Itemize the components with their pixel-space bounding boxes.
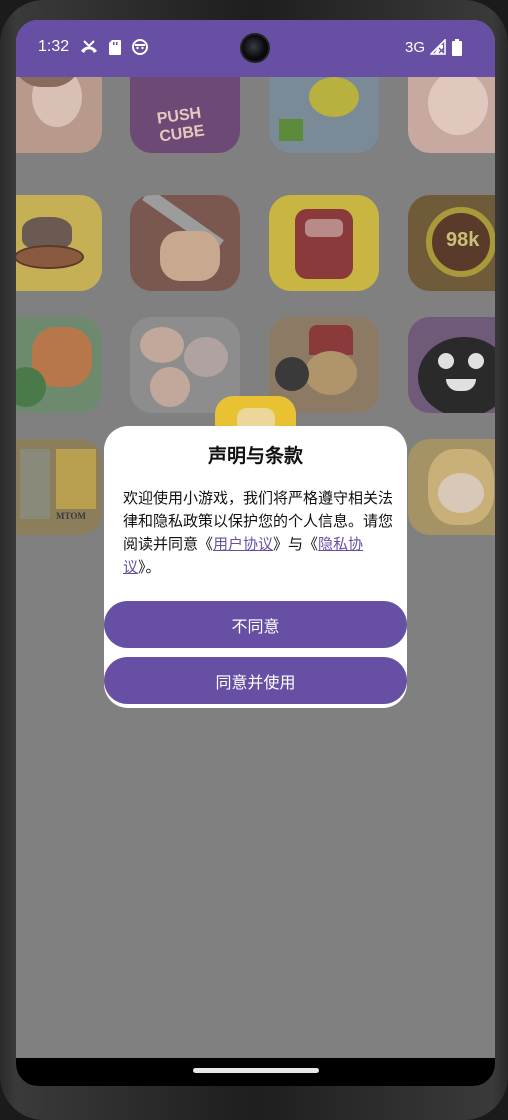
- push-cube-logo: PUSH CUBE: [155, 104, 206, 146]
- sd-card-icon: [108, 39, 124, 55]
- game-tile: [16, 195, 102, 291]
- game-tile: [408, 317, 495, 413]
- game-tile: [269, 195, 379, 291]
- game-tile: MTOM: [16, 439, 102, 535]
- message-text: 》与《: [273, 535, 319, 553]
- mahjong-logo: MTOM: [56, 511, 86, 521]
- game-tile: [130, 195, 240, 291]
- user-agreement-link[interactable]: 用户协议: [213, 535, 273, 553]
- status-bar: 1:32 3G: [16, 20, 495, 77]
- home-gesture-handle[interactable]: [193, 1068, 319, 1073]
- terms-dialog: 声明与条款 欢迎使用小游戏，我们将严格遵守相关法律和隐私政策以保护您的个人信息。…: [104, 426, 407, 708]
- status-time: 1:32: [38, 38, 70, 55]
- game-tile: 98k: [408, 195, 495, 291]
- battery-icon: [452, 39, 468, 56]
- front-camera: [240, 33, 270, 63]
- network-type: 3G: [405, 39, 426, 56]
- dialog-title: 声明与条款: [207, 445, 303, 467]
- game-tile: [408, 439, 495, 535]
- agree-and-use-button[interactable]: 同意并使用: [104, 657, 407, 704]
- signal-icon: [429, 38, 446, 55]
- 98k-logo: 98k: [446, 229, 480, 251]
- android-face-icon: [132, 39, 148, 55]
- dialog-message: 欢迎使用小游戏，我们将严格遵守相关法律和隐私政策以保护您的个人信息。请您阅读并同…: [123, 487, 393, 579]
- missed-call-icon: [80, 39, 97, 55]
- message-text: 》。: [138, 558, 161, 576]
- game-tile: [16, 317, 102, 413]
- disagree-button[interactable]: 不同意: [104, 601, 407, 648]
